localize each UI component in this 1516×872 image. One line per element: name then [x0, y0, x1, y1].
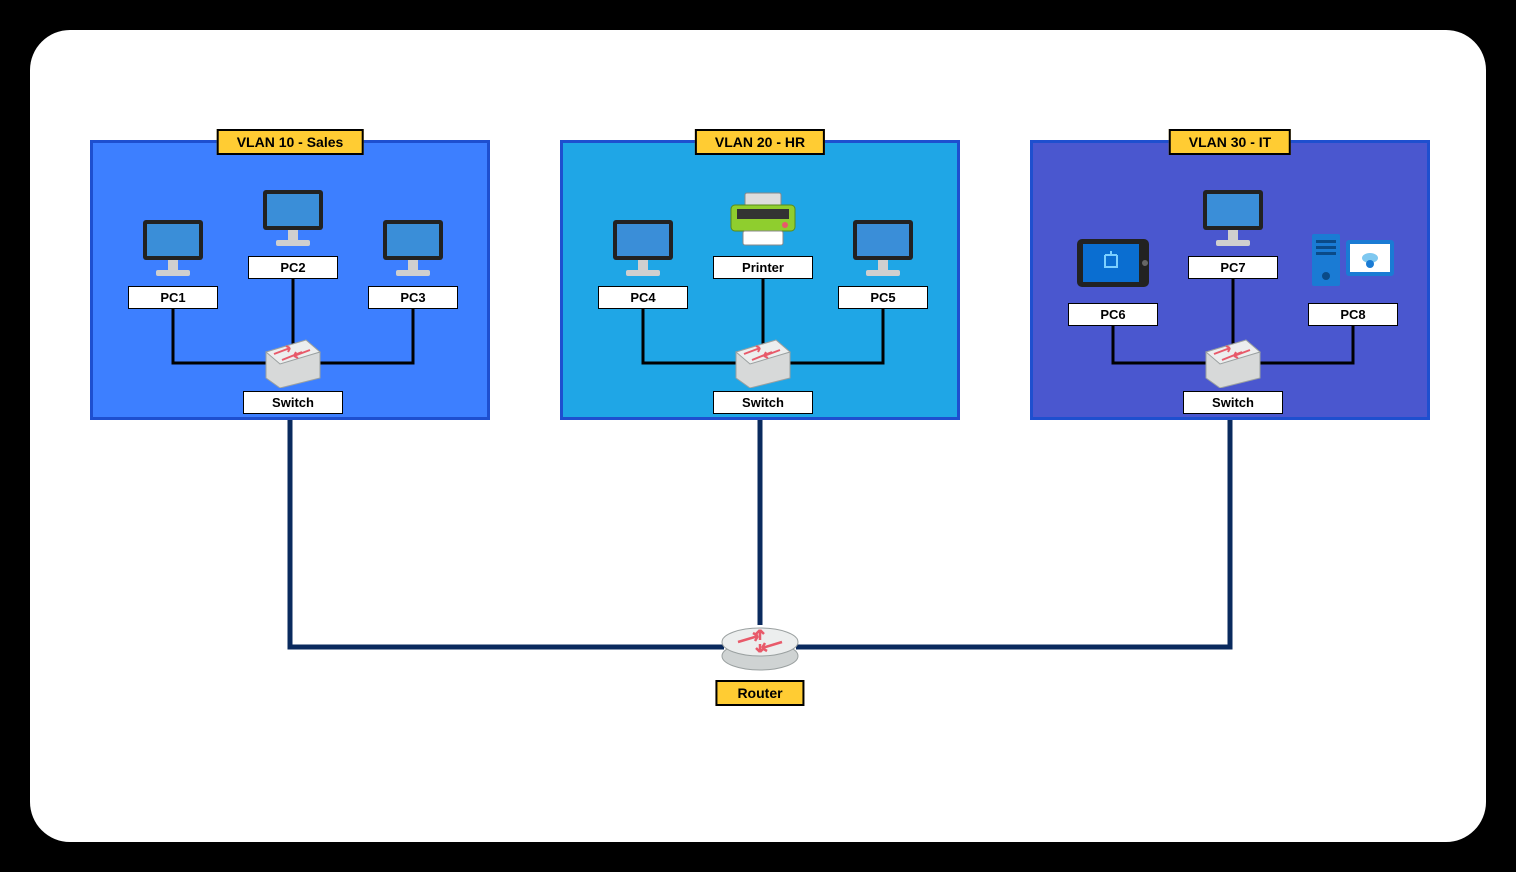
diagram-canvas: VLAN 10 - Sales PC1 PC2 [30, 30, 1486, 842]
pc-icon [1198, 188, 1268, 250]
pc-icon [848, 218, 918, 280]
pc-icon [378, 218, 448, 280]
pc-icon [138, 218, 208, 280]
switch-icon [260, 338, 326, 388]
pc-icon [608, 218, 678, 280]
switch-label: Switch [1183, 391, 1283, 414]
router-icon [718, 618, 802, 672]
vlan-box-hr: VLAN 20 - HR PC4 Printer [560, 140, 960, 420]
device-label: PC4 [598, 286, 688, 309]
tablet-icon [1075, 235, 1151, 291]
vlan-title: VLAN 20 - HR [695, 129, 825, 155]
printer-icon [725, 191, 801, 249]
device-label: PC2 [248, 256, 338, 279]
device-label: PC3 [368, 286, 458, 309]
vlan-title: VLAN 30 - IT [1169, 129, 1291, 155]
switch-icon [1200, 338, 1266, 388]
device-label: PC5 [838, 286, 928, 309]
device-label: PC7 [1188, 256, 1278, 279]
router-label: Router [715, 680, 804, 706]
vlan-box-sales: VLAN 10 - Sales PC1 PC2 [90, 140, 490, 420]
switch-label: Switch [243, 391, 343, 414]
pc-icon [258, 188, 328, 250]
vlan-title: VLAN 10 - Sales [217, 129, 364, 155]
server-icon [1308, 228, 1398, 290]
device-label: Printer [713, 256, 813, 279]
vlan-box-it: VLAN 30 - IT PC6 PC7 [1030, 140, 1430, 420]
switch-label: Switch [713, 391, 813, 414]
switch-icon [730, 338, 796, 388]
device-label: PC1 [128, 286, 218, 309]
device-label: PC6 [1068, 303, 1158, 326]
device-label: PC8 [1308, 303, 1398, 326]
